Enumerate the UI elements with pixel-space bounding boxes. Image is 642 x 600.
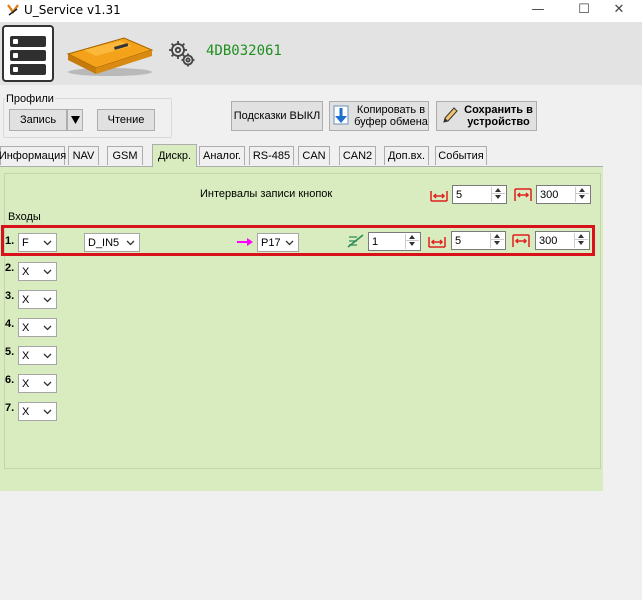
- input-type-select[interactable]: X: [18, 402, 57, 421]
- tab-discrete[interactable]: Дискр.: [152, 144, 197, 167]
- input-type-select[interactable]: X: [18, 374, 57, 393]
- download-icon: [333, 105, 349, 125]
- chevron-down-icon: [43, 240, 52, 246]
- chevron-down-icon: [285, 240, 294, 246]
- input-row-number: 1.: [5, 235, 15, 247]
- server-icon: [10, 36, 46, 47]
- spinner-arrows[interactable]: [405, 234, 419, 249]
- button-interval-2-input[interactable]: 300: [536, 185, 591, 204]
- tab-extra-inputs[interactable]: Доп.вх.: [384, 146, 429, 165]
- input-row-number: 3.: [5, 290, 15, 302]
- tab-info[interactable]: Информация: [0, 146, 66, 165]
- chevron-down-icon: [43, 381, 52, 387]
- chevron-down-icon: [43, 269, 52, 275]
- tab-gsm[interactable]: GSM: [107, 146, 143, 165]
- tab-nav[interactable]: NAV: [68, 146, 99, 165]
- tab-can[interactable]: CAN: [298, 146, 330, 165]
- param-select[interactable]: P17: [257, 233, 299, 252]
- input-row-number: 5.: [5, 346, 15, 358]
- interval-min-icon: [428, 237, 446, 248]
- input-row-number: 6.: [5, 374, 15, 386]
- input-type-select[interactable]: X: [18, 318, 57, 337]
- device-id: 4DB032061: [206, 43, 282, 59]
- save-to-device-button[interactable]: Сохранить в устройство: [436, 101, 537, 131]
- input-row-number: 2.: [5, 262, 15, 274]
- input-row-number: 7.: [5, 402, 15, 414]
- tab-can2[interactable]: CAN2: [339, 146, 376, 165]
- tab-analog[interactable]: Аналог.: [199, 146, 245, 165]
- input-source-select[interactable]: D_IN5: [84, 233, 140, 252]
- spinner-arrows[interactable]: [575, 187, 589, 202]
- interval-max-icon: [512, 234, 530, 247]
- chevron-down-icon: [43, 409, 52, 415]
- tab-rs485[interactable]: RS-485: [249, 146, 294, 165]
- interval-min-icon: [430, 191, 448, 202]
- input-type-select[interactable]: X: [18, 346, 57, 365]
- copy-clipboard-label: Копировать в буфер обмена: [354, 104, 428, 128]
- read-profile-button[interactable]: Чтение: [97, 109, 155, 131]
- input-type-select[interactable]: F: [18, 233, 57, 252]
- input-type-select[interactable]: X: [18, 262, 57, 281]
- gear-icon[interactable]: [167, 39, 197, 69]
- device-image: [66, 37, 154, 76]
- chevron-down-icon: [43, 297, 52, 303]
- chevron-down-icon: [43, 325, 52, 331]
- app-logo-icon: [7, 4, 19, 16]
- record-profile-button[interactable]: Запись: [9, 109, 67, 131]
- tab-events[interactable]: События: [435, 146, 487, 165]
- menu-button[interactable]: [2, 25, 54, 82]
- row-interval-2-input[interactable]: 300: [535, 231, 590, 250]
- chevron-down-icon: [126, 240, 135, 246]
- record-dropdown-button[interactable]: [67, 109, 83, 131]
- save-to-device-label: Сохранить в устройство: [464, 104, 533, 128]
- spinner-arrows[interactable]: [490, 233, 504, 248]
- chevron-down-icon: [43, 353, 52, 359]
- spinner-arrows[interactable]: [491, 187, 505, 202]
- profiles-label: Профили: [5, 93, 55, 105]
- hints-toggle-button[interactable]: Подсказки ВЫКЛ: [231, 101, 323, 131]
- copy-clipboard-button[interactable]: Копировать в буфер обмена: [329, 101, 429, 131]
- spinner-arrows[interactable]: [574, 233, 588, 248]
- input-type-select[interactable]: X: [18, 290, 57, 309]
- close-button[interactable]: ✕: [596, 0, 642, 22]
- discrete-inner-frame: [4, 173, 601, 469]
- filter-input[interactable]: 1: [368, 232, 421, 251]
- filter-icon: [347, 234, 364, 248]
- row-interval-1-input[interactable]: 5: [451, 231, 506, 250]
- interval-max-icon: [514, 188, 532, 201]
- input-row-number: 4.: [5, 318, 15, 330]
- button-interval-1-input[interactable]: 5: [452, 185, 507, 204]
- chevron-down-icon: [70, 116, 80, 124]
- inputs-label: Входы: [8, 211, 41, 223]
- window-title: U_Service v1.31: [24, 3, 121, 17]
- arrow-right-icon: [237, 238, 253, 246]
- button-intervals-label: Интервалы записи кнопок: [200, 188, 333, 200]
- minimize-button[interactable]: —: [515, 0, 561, 22]
- pencil-icon: [443, 107, 458, 123]
